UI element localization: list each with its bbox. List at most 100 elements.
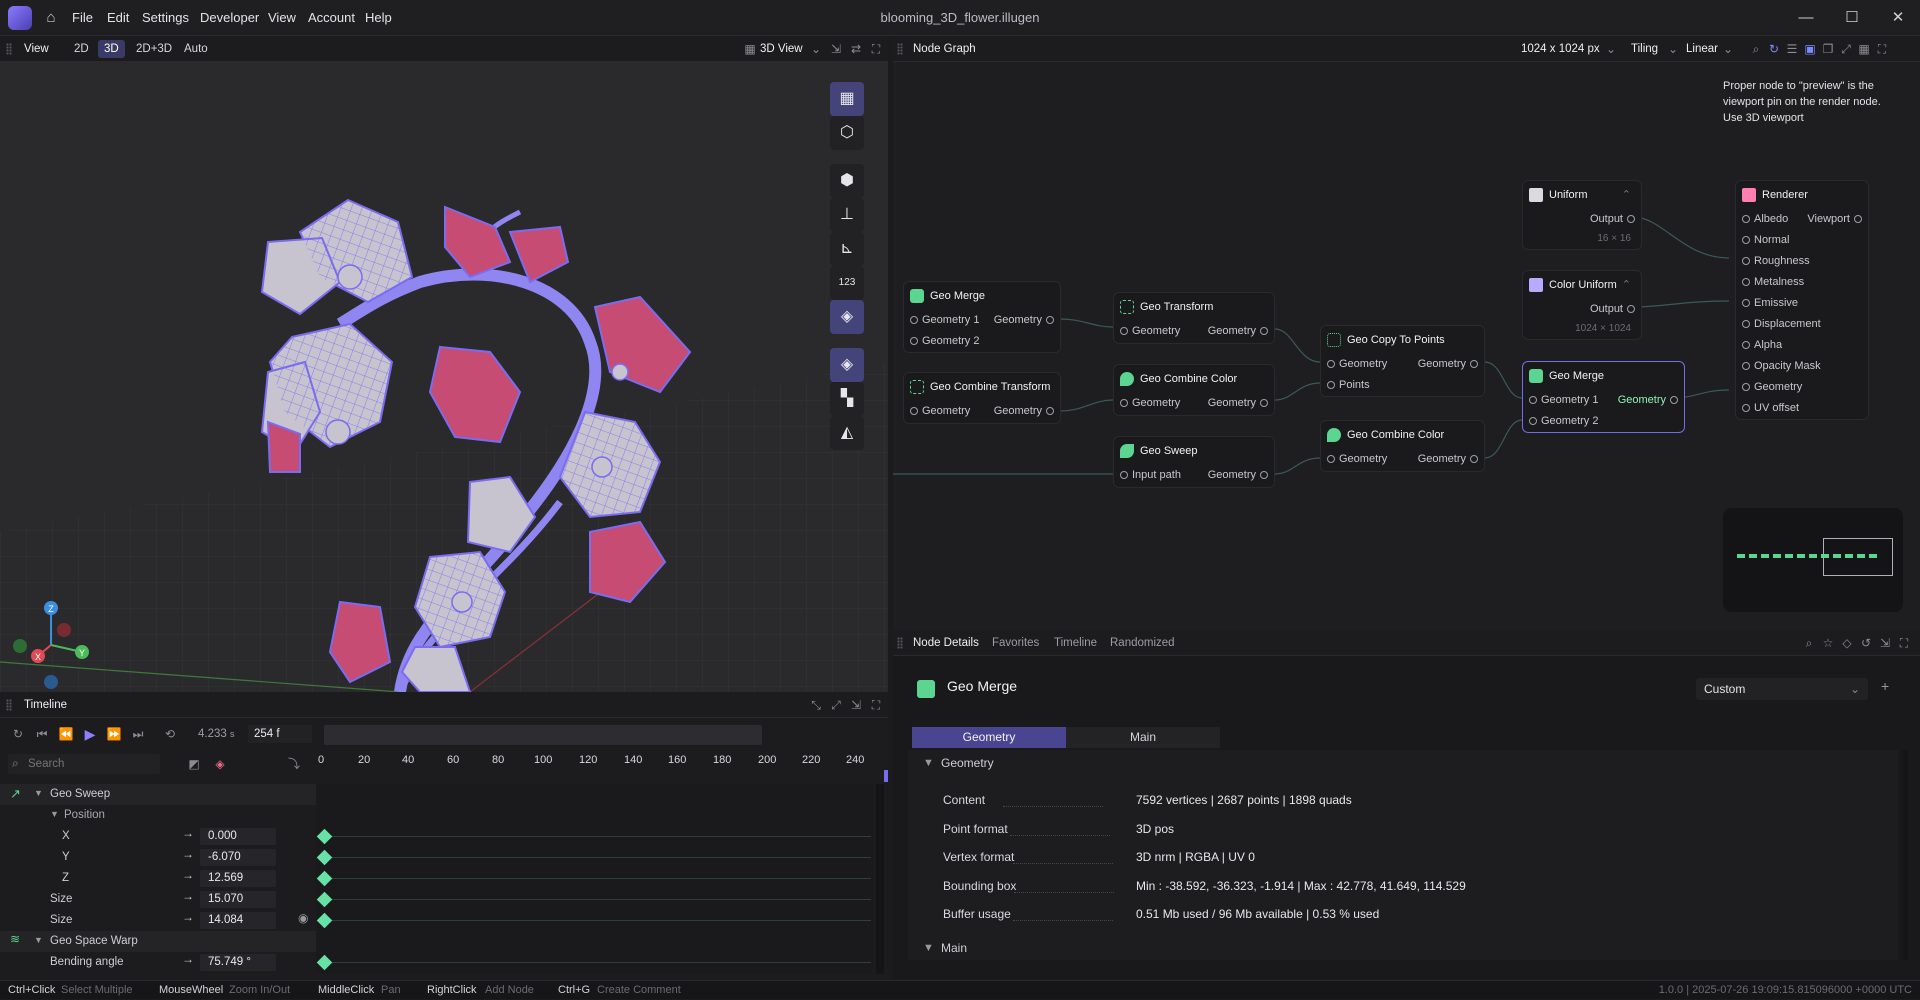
mode-2d3d-button[interactable]: 2D+3D — [130, 40, 178, 58]
reset-icon[interactable]: ↺ — [1858, 635, 1874, 651]
maximize-icon[interactable]: ☐ — [1829, 0, 1875, 36]
input-pin[interactable] — [1742, 404, 1750, 412]
preview-icon[interactable]: ▣ — [1802, 41, 1818, 57]
chevron-down-icon[interactable]: ⌄ — [1603, 41, 1619, 57]
collapse-icon[interactable]: ⌃ — [1622, 271, 1631, 299]
home-icon[interactable]: ⌂ — [42, 9, 60, 27]
keyframe-icon[interactable]: ◈ — [212, 756, 228, 772]
refresh-icon[interactable]: ↻ — [1766, 41, 1782, 57]
output-pin[interactable] — [1260, 471, 1268, 479]
axes-icon[interactable]: ⊥ — [830, 198, 864, 232]
menu-account[interactable]: Account — [308, 0, 355, 36]
value-field[interactable]: 12.569 — [200, 870, 276, 887]
output-pin[interactable] — [1046, 316, 1054, 324]
input-pin[interactable] — [1120, 327, 1128, 335]
axis-gizmo[interactable]: Z Y X — [6, 600, 96, 690]
detach-icon[interactable]: ⇲ — [1877, 635, 1893, 651]
input-pin[interactable] — [1120, 471, 1128, 479]
node-geo-copy-to-points[interactable]: Geo Copy To Points Geometry Geometry Poin… — [1320, 325, 1485, 397]
axes-perspective-icon[interactable]: ⊾ — [830, 232, 864, 266]
value-field[interactable]: -6.070 — [200, 849, 276, 866]
node-geo-sweep[interactable]: Geo Sweep Input path Geometry — [1113, 436, 1275, 488]
snap-icon[interactable]: ⤵ — [286, 756, 302, 772]
output-pin[interactable] — [1046, 407, 1054, 415]
node-graph[interactable]: Proper node to "preview" is the viewport… — [893, 62, 1920, 630]
drag-handle-icon[interactable] — [6, 43, 12, 55]
playhead[interactable] — [884, 770, 888, 782]
output-pin[interactable] — [1670, 396, 1678, 404]
input-pin[interactable] — [1327, 381, 1335, 389]
menu-help[interactable]: Help — [365, 0, 392, 36]
node-geo-merge-a[interactable]: Geo Merge Geometry 1 Geometry Geometry 2 — [903, 281, 1061, 353]
node-geo-combine-color-a[interactable]: Geo Combine Color Geometry Geometry — [1113, 364, 1275, 416]
fullscreen-icon[interactable]: ⛶ — [1874, 41, 1890, 57]
frame-field[interactable]: 254 f — [248, 725, 312, 743]
detach-icon[interactable]: ⇲ — [848, 697, 864, 713]
view-select[interactable]: 3D View — [760, 36, 803, 62]
drag-handle-icon[interactable] — [6, 699, 12, 711]
fullscreen-icon[interactable]: ⛶ — [868, 697, 884, 713]
menu-settings[interactable]: Settings — [142, 0, 189, 36]
output-pin[interactable] — [1470, 360, 1478, 368]
scrollbar[interactable] — [876, 784, 884, 974]
loop-icon[interactable]: ↻ — [10, 726, 26, 742]
diamond-icon[interactable]: ◇ — [1839, 635, 1855, 651]
value-field[interactable]: 15.070 — [200, 891, 276, 908]
3d-viewport[interactable]: Z Y X ▦ ⬡ ⬢ ⊥ ⊾ 123 ◈ ◈ ▚ ◭ — [0, 62, 888, 692]
input-pin[interactable] — [1742, 341, 1750, 349]
input-pin[interactable] — [1742, 215, 1750, 223]
cube-shaded-icon[interactable]: ◈ — [830, 348, 864, 382]
fit-icon[interactable]: ⤢ — [828, 697, 844, 713]
tab-node-graph[interactable]: Node Graph — [913, 36, 976, 62]
timeline-ruler[interactable]: 0 20 40 60 80 100 120 140 160 180 200 22… — [318, 754, 878, 778]
step-back-icon[interactable]: ⏪ — [58, 726, 74, 742]
expand-icon[interactable]: ▼ — [923, 942, 934, 954]
fit-icon[interactable]: ⤢ — [1838, 41, 1854, 57]
repeat-icon[interactable]: ⟲ — [162, 726, 178, 742]
time-field[interactable]: 4.233 s — [198, 728, 234, 740]
close-icon[interactable]: ✕ — [1875, 0, 1920, 36]
scrollbar[interactable] — [1902, 750, 1908, 960]
input-pin[interactable] — [1742, 257, 1750, 265]
paint-bucket-icon[interactable]: ◭ — [830, 416, 864, 450]
input-pin[interactable] — [1327, 360, 1335, 368]
output-pin[interactable] — [1260, 327, 1268, 335]
resolution-select[interactable]: 1024 x 1024 px — [1521, 36, 1600, 62]
track-search[interactable]: ⌕ — [8, 754, 160, 774]
menu-edit[interactable]: Edit — [107, 0, 129, 36]
detach-icon[interactable]: ⇲ — [828, 41, 844, 57]
collapse-icon[interactable]: ▼ — [34, 935, 43, 945]
track-label[interactable]: Geo Sweep — [50, 784, 110, 805]
tab-timeline[interactable]: Timeline — [1054, 630, 1097, 656]
hexagon-icon[interactable]: ⬢ — [830, 164, 864, 198]
input-pin[interactable] — [1742, 278, 1750, 286]
mode-auto-button[interactable]: Auto — [178, 40, 214, 58]
menu-file[interactable]: File — [72, 0, 93, 36]
subtab-main[interactable]: Main — [1066, 727, 1220, 748]
cube-solid-icon[interactable]: ◈ — [830, 300, 864, 334]
grid-toggle-icon[interactable]: ▦ — [830, 82, 864, 116]
play-icon[interactable]: ▶ — [82, 726, 98, 742]
playback-range-bar[interactable] — [324, 725, 762, 745]
input-pin[interactable] — [1742, 320, 1750, 328]
minimize-icon[interactable]: — — [1783, 0, 1829, 36]
curve-editor-icon[interactable]: ◩ — [186, 756, 202, 772]
value-field[interactable]: 75.749 ° — [200, 954, 276, 971]
link-arrow-icon[interactable]: → — [182, 889, 194, 903]
link-arrow-icon[interactable]: → — [182, 826, 194, 840]
fullscreen-icon[interactable]: ⛶ — [1896, 635, 1912, 651]
output-pin[interactable] — [1470, 455, 1478, 463]
tab-randomized[interactable]: Randomized — [1110, 630, 1175, 656]
collapse-icon[interactable]: ▼ — [50, 809, 59, 819]
swap-icon[interactable]: ⇄ — [848, 41, 864, 57]
node-renderer[interactable]: Renderer Albedo Viewport Normal Roughness… — [1735, 180, 1869, 420]
cube-wire-icon[interactable]: ⬡ — [830, 116, 864, 150]
node-color-uniform[interactable]: Color Uniform ⌃ Output 1024 × 1024 — [1522, 270, 1642, 340]
chevron-down-icon[interactable]: ⌄ — [1665, 41, 1681, 57]
step-forward-icon[interactable]: ⏩ — [106, 726, 122, 742]
link-arrow-icon[interactable]: → — [182, 847, 194, 861]
input-pin[interactable] — [910, 337, 918, 345]
input-pin[interactable] — [1742, 362, 1750, 370]
output-pin[interactable] — [1627, 215, 1635, 223]
collapse-icon[interactable]: ⌃ — [1622, 181, 1631, 209]
